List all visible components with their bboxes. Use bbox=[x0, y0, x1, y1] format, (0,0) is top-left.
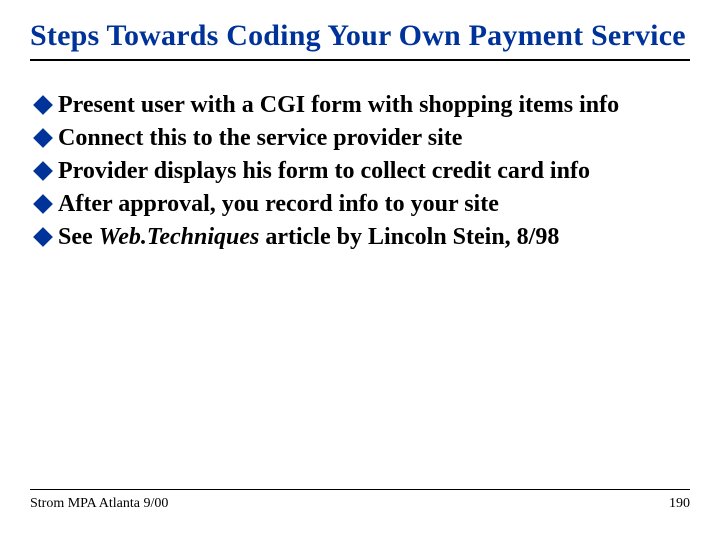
bullet-text-main: See bbox=[58, 224, 99, 250]
diamond-bullet-icon bbox=[33, 161, 53, 181]
list-item: Connect this to the service provider sit… bbox=[36, 124, 690, 153]
bullet-text: See Web.Techniques article by Lincoln St… bbox=[58, 223, 690, 252]
bullet-text: After approval, you record info to your … bbox=[58, 190, 690, 219]
bullet-text-tail: article by Lincoln Stein, 8/98 bbox=[259, 224, 559, 250]
diamond-bullet-icon bbox=[33, 194, 53, 214]
bullet-list: Present user with a CGI form with shoppi… bbox=[30, 91, 690, 251]
bullet-text-main: Connect this to the service provider sit… bbox=[58, 125, 462, 151]
bullet-text: Connect this to the service provider sit… bbox=[58, 124, 690, 153]
slide-title: Steps Towards Coding Your Own Payment Se… bbox=[30, 18, 690, 61]
bullet-text-main: Provider displays his form to collect cr… bbox=[58, 158, 590, 184]
footer: Strom MPA Atlanta 9/00 190 bbox=[30, 489, 690, 512]
list-item: Present user with a CGI form with shoppi… bbox=[36, 91, 690, 120]
diamond-bullet-icon bbox=[33, 128, 53, 148]
bullet-text-main: Present user with a CGI form with shoppi… bbox=[58, 92, 619, 118]
bullet-text-main: After approval, you record info to your … bbox=[58, 191, 499, 217]
bullet-text: Provider displays his form to collect cr… bbox=[58, 157, 690, 186]
footer-left: Strom MPA Atlanta 9/00 bbox=[30, 496, 168, 512]
diamond-bullet-icon bbox=[33, 95, 53, 115]
footer-page-number: 190 bbox=[669, 496, 690, 512]
list-item: See Web.Techniques article by Lincoln St… bbox=[36, 223, 690, 252]
slide: Steps Towards Coding Your Own Payment Se… bbox=[0, 0, 720, 540]
diamond-bullet-icon bbox=[33, 227, 53, 247]
bullet-text-italic: Web.Techniques bbox=[99, 224, 260, 250]
list-item: Provider displays his form to collect cr… bbox=[36, 157, 690, 186]
list-item: After approval, you record info to your … bbox=[36, 190, 690, 219]
bullet-text: Present user with a CGI form with shoppi… bbox=[58, 91, 690, 120]
